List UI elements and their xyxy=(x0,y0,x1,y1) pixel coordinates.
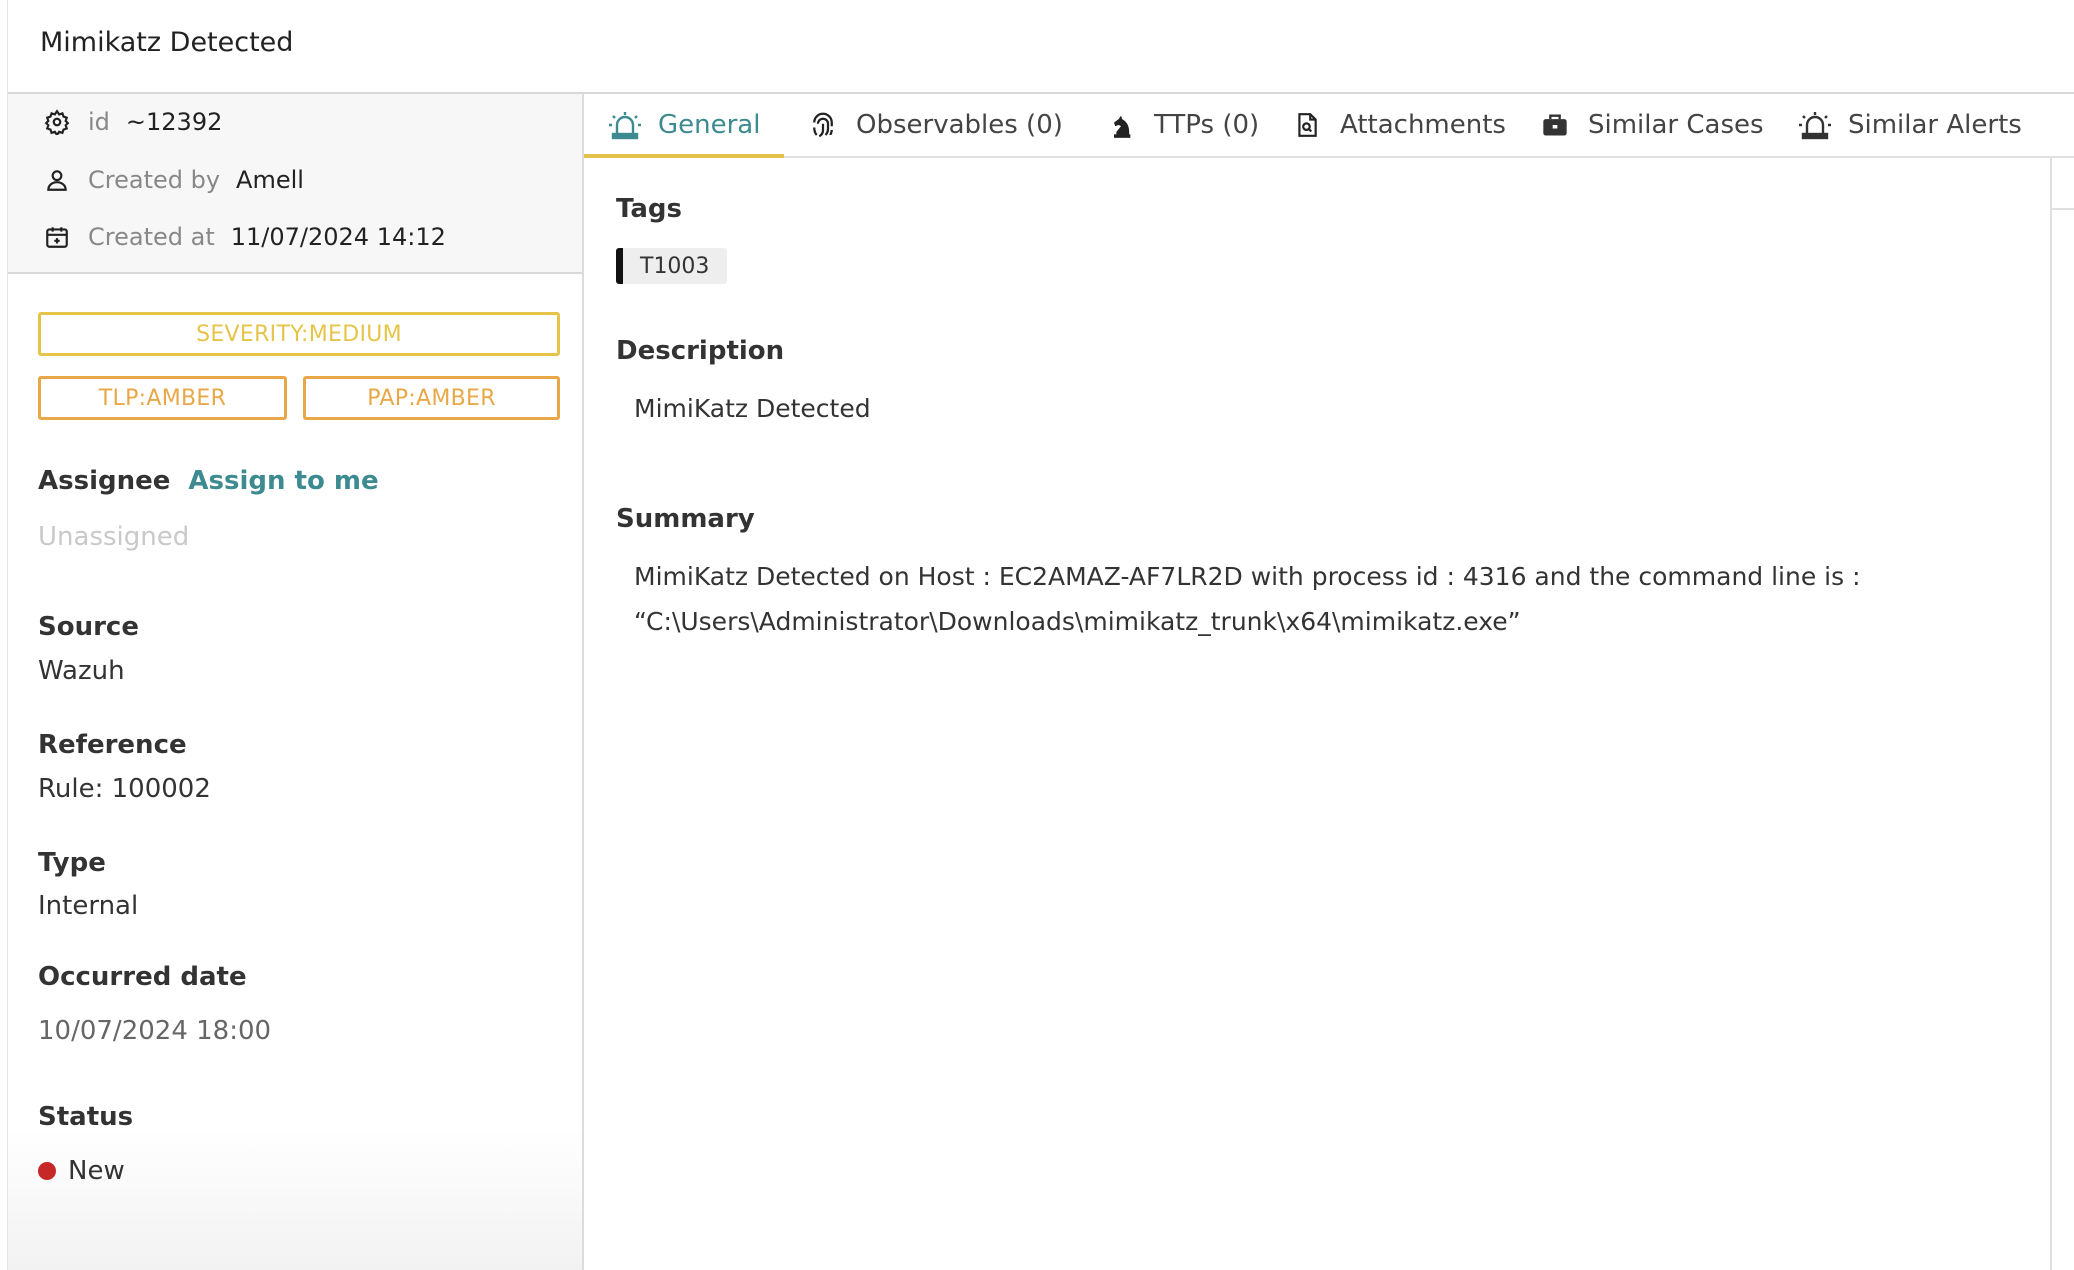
alert-siren-icon xyxy=(608,108,642,142)
tab-more[interactable] xyxy=(2066,94,2074,156)
tab-attachments-label: Attachments xyxy=(1340,110,1506,140)
status-value: New xyxy=(68,1156,125,1186)
created-by-value: Amell xyxy=(236,166,304,194)
alert-main-content: General Observables (0) TTPs (0) Attachm… xyxy=(584,94,2074,1270)
tab-similar-alerts-label: Similar Alerts xyxy=(1848,110,2022,140)
user-icon xyxy=(44,167,70,193)
tab-observables[interactable]: Observables (0) xyxy=(806,94,1063,156)
assignee-label: Assignee xyxy=(38,466,171,496)
tab-general[interactable]: General xyxy=(584,94,785,158)
alert-panel: Mimikatz Detected id ~12392 Created by A… xyxy=(8,0,2074,1270)
assign-to-me-link[interactable]: Assign to me xyxy=(188,466,378,496)
type-label: Type xyxy=(38,848,106,878)
status-dot-icon xyxy=(38,1162,56,1180)
tlp-badge[interactable]: TLP:AMBER xyxy=(38,376,287,420)
severity-badge[interactable]: SEVERITY:MEDIUM xyxy=(38,312,560,356)
created-at-value: 11/07/2024 14:12 xyxy=(230,223,446,251)
content-divider-stub xyxy=(2052,208,2074,210)
title-bar: Mimikatz Detected xyxy=(8,0,2074,94)
created-by-label: Created by xyxy=(88,166,221,194)
tab-observables-label: Observables (0) xyxy=(856,110,1063,140)
tab-ttps[interactable]: TTPs (0) xyxy=(1104,94,1259,156)
tab-bar: General Observables (0) TTPs (0) Attachm… xyxy=(584,94,2074,158)
description-text: MimiKatz Detected xyxy=(634,394,871,423)
fingerprint-icon xyxy=(806,108,840,142)
summary-line-1: MimiKatz Detected on Host : EC2AMAZ-AF7L… xyxy=(634,562,1861,591)
id-row: id ~12392 xyxy=(44,108,222,136)
occurred-date-label: Occurred date xyxy=(38,962,247,992)
status-value-row[interactable]: New xyxy=(38,1156,125,1186)
alert-siren-icon xyxy=(1798,108,1832,142)
alert-details-sidebar: id ~12392 Created by Amell Created at 11… xyxy=(8,94,584,1270)
tab-general-label: General xyxy=(658,110,761,140)
created-at-label: Created at xyxy=(88,223,215,251)
occurred-date-value: 10/07/2024 18:00 xyxy=(38,1016,272,1046)
reference-value: Rule: 100002 xyxy=(38,774,211,804)
alert-title: Mimikatz Detected xyxy=(40,27,294,58)
created-at-row: Created at 11/07/2024 14:12 xyxy=(44,223,446,251)
tab-similar-alerts[interactable]: Similar Alerts xyxy=(1798,94,2022,156)
tab-attachments[interactable]: Attachments xyxy=(1290,94,1506,156)
source-value: Wazuh xyxy=(38,656,125,686)
chess-knight-icon xyxy=(1104,108,1138,142)
description-title: Description xyxy=(616,336,785,366)
tag-chip[interactable]: T1003 xyxy=(616,248,728,284)
tab-ttps-label: TTPs (0) xyxy=(1154,110,1260,140)
tab-similar-cases-label: Similar Cases xyxy=(1588,110,1764,140)
calendar-plus-icon xyxy=(44,224,70,250)
id-value: ~12392 xyxy=(125,108,223,136)
tags-title: Tags xyxy=(616,194,683,224)
tab-similar-cases[interactable]: Similar Cases xyxy=(1538,94,1764,156)
assignee-heading: Assignee Assign to me xyxy=(38,466,379,496)
gear-icon xyxy=(44,109,70,135)
status-label: Status xyxy=(38,1102,134,1132)
summary-line-2: “C:\Users\Administrator\Downloads\mimika… xyxy=(634,607,1521,636)
summary-title: Summary xyxy=(616,504,755,534)
assignee-value: Unassigned xyxy=(38,522,190,552)
file-search-icon xyxy=(1290,108,1324,142)
type-value: Internal xyxy=(38,891,139,921)
id-label: id xyxy=(88,108,110,136)
source-label: Source xyxy=(38,612,139,642)
briefcase-icon xyxy=(1538,108,1572,142)
content-divider xyxy=(2050,158,2052,1270)
created-by-row: Created by Amell xyxy=(44,166,304,194)
reference-label: Reference xyxy=(38,730,187,760)
pap-badge[interactable]: PAP:AMBER xyxy=(303,376,560,420)
meta-block: id ~12392 Created by Amell Created at 11… xyxy=(8,94,582,274)
overflow-tab-icon xyxy=(2066,108,2074,142)
